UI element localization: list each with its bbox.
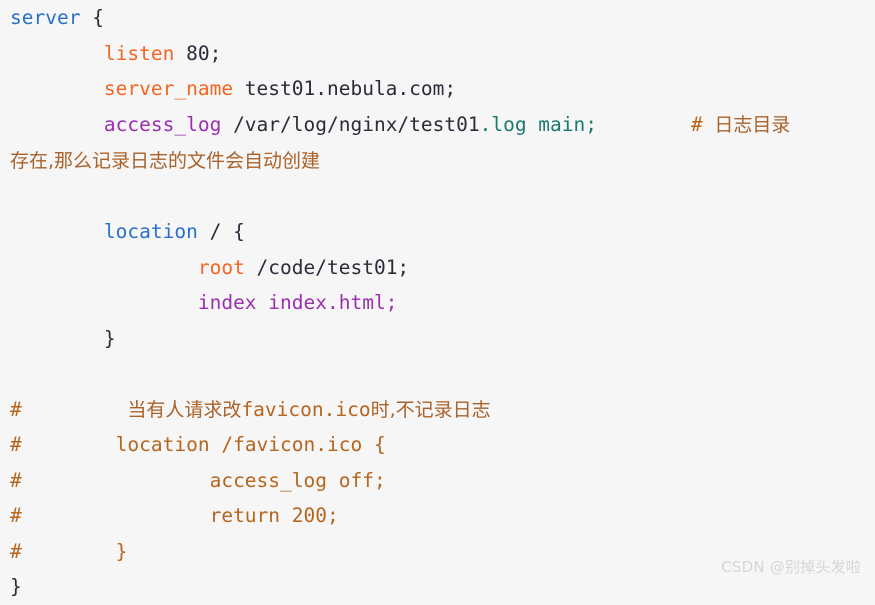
csdn-watermark: CSDN @别掉头发啦 (721, 558, 861, 576)
code-token-builtin: access_log (103, 112, 222, 136)
code-token-comment: # (10, 468, 22, 492)
code-line: server { (0, 0, 875, 36)
code-token-comment-cn: 日志目录 (714, 113, 791, 136)
code-token-plain: test01.nebula.com; (233, 77, 457, 100)
code-token-plain: { (80, 6, 104, 29)
code-token-comment (22, 398, 128, 421)
code-line: access_log /var/log/nginx/test01.log mai… (0, 107, 875, 144)
code-line: server_name test01.nebula.com; (0, 71, 875, 107)
code-token-plain: / { (197, 220, 245, 243)
code-token-comment: # (10, 433, 22, 456)
code-line: # access_log off; (0, 463, 875, 499)
code-snippet: server { listen 80; server_name test01.n… (0, 0, 875, 598)
code-line: listen 80; (0, 36, 875, 72)
code-token-builtin: index index.html; (197, 291, 398, 314)
code-token-comment-cn: 存在,那么记录日志的文件会自动创建 (10, 150, 321, 172)
code-token-comment: access_log off; (21, 468, 386, 492)
code-line: # location /favicon.ico { (0, 427, 875, 463)
code-token-plain: /var/log/nginx/test01 (221, 112, 480, 136)
code-token-plain: 80; (174, 41, 222, 65)
code-token-directive: server (10, 6, 81, 29)
code-line: # return 200; (0, 498, 875, 534)
code-token-plain: } (10, 326, 116, 350)
code-token-comment: # (10, 397, 22, 421)
code-token-comment-cn: 当有人请求改 (127, 398, 242, 421)
code-token-comment: favicon.ico (241, 397, 371, 421)
code-token-comment: # (10, 504, 22, 527)
code-token-keyword: server_name (103, 77, 234, 100)
code-line: location / { (0, 214, 875, 250)
code-lines-container: server { listen 80; server_name test01.n… (0, 0, 875, 605)
code-token-comment-cn: 时,不记录日志 (370, 398, 491, 421)
code-token-literal: .log main; (479, 112, 598, 136)
code-line: index index.html; (0, 285, 875, 321)
code-token-plain: } (10, 575, 22, 598)
code-token-directive: location (103, 220, 198, 243)
code-token-keyword: listen (103, 41, 175, 65)
code-line: root /code/test01; (0, 250, 875, 286)
code-token-plain: /code/test01; (244, 255, 410, 279)
code-token-comment: location /favicon.ico { (21, 433, 386, 456)
code-token-comment: # (10, 539, 22, 563)
code-token-comment: return 200; (21, 504, 339, 527)
code-token-comment: } (21, 539, 128, 563)
code-token-keyword: root (197, 255, 245, 279)
code-line: } (0, 321, 875, 357)
code-line: # 当有人请求改favicon.ico时,不记录日志 (0, 392, 875, 428)
code-line: 存在,那么记录日志的文件会自动创建 (0, 143, 875, 179)
code-token-comment: # (690, 112, 715, 136)
